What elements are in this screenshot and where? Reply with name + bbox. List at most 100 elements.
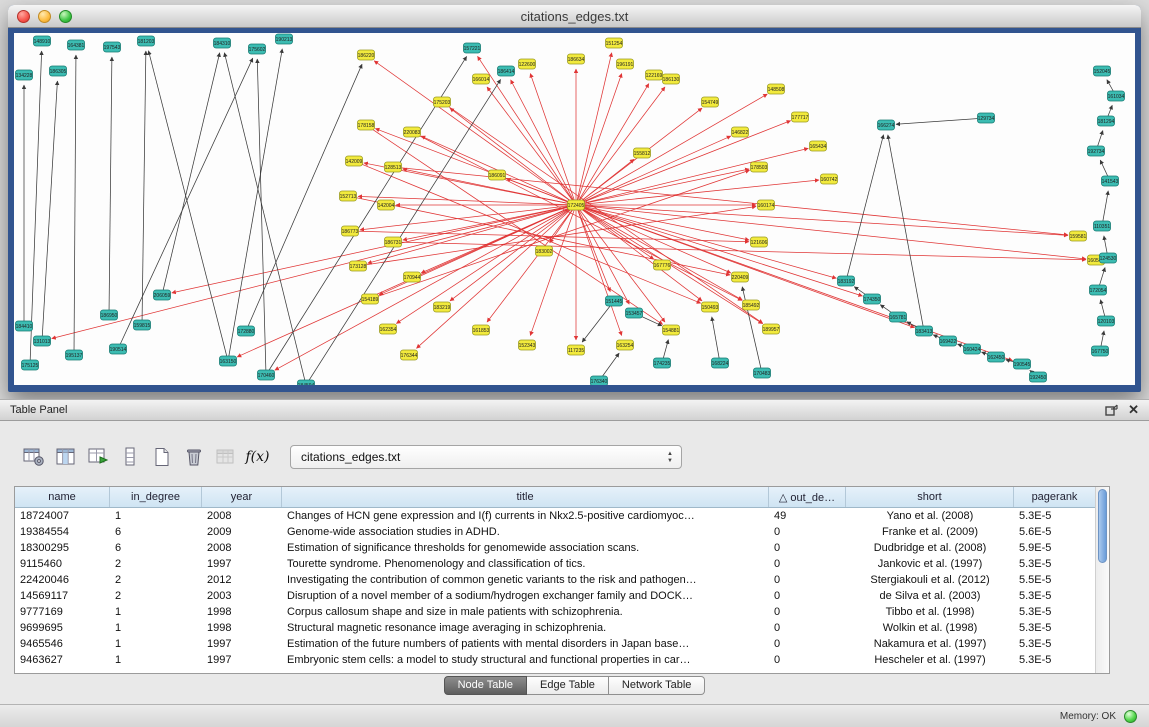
graph-node[interactable]: 190213 xyxy=(276,34,293,44)
minimize-window-button[interactable] xyxy=(38,10,51,23)
graph-node[interactable]: 148910 xyxy=(34,36,51,46)
graph-node[interactable]: 186091 xyxy=(489,170,506,180)
table-row[interactable]: 2242004622012Investigating the contribut… xyxy=(15,572,1109,588)
scrollbar-thumb[interactable] xyxy=(1098,489,1107,563)
graph-edge[interactable] xyxy=(576,205,622,336)
graph-edge[interactable] xyxy=(576,136,731,205)
graph-node[interactable]: 162354 xyxy=(380,324,397,334)
graph-node[interactable]: 164381 xyxy=(68,40,85,50)
graph-node[interactable]: 124530 xyxy=(1100,253,1117,263)
table-settings-button[interactable] xyxy=(20,445,47,469)
graph-node[interactable]: 185492 xyxy=(743,300,760,310)
graph-node[interactable]: 195137 xyxy=(66,350,83,360)
graph-node[interactable]: 129734 xyxy=(978,113,995,123)
table-vertical-scrollbar[interactable] xyxy=(1095,487,1109,673)
graph-node[interactable]: 186731 xyxy=(385,237,402,247)
graph-node[interactable]: 196191 xyxy=(617,59,634,69)
graph-node[interactable]: 134228 xyxy=(16,70,33,80)
graph-node[interactable]: 177717 xyxy=(792,112,809,122)
graph-node[interactable]: 166014 xyxy=(473,74,490,84)
graph-edge[interactable] xyxy=(30,51,42,365)
graph-node[interactable]: 154881 xyxy=(663,325,680,335)
tab-edge-table[interactable]: Edge Table xyxy=(527,676,609,695)
graph-edge[interactable] xyxy=(450,108,576,205)
graph-node[interactable]: 184310 xyxy=(214,38,231,48)
graph-node[interactable]: 170460 xyxy=(258,370,275,380)
table-row[interactable]: 911546021997Tourette syndrome. Phenomeno… xyxy=(15,556,1109,572)
graph-node[interactable]: 183413 xyxy=(916,326,933,336)
graph-node[interactable]: 172880 xyxy=(238,326,255,336)
graph-node[interactable]: 128513 xyxy=(385,162,402,172)
graph-node[interactable]: 167776 xyxy=(654,260,671,270)
graph-node[interactable]: 173128 xyxy=(350,261,367,271)
graph-edge[interactable] xyxy=(530,73,576,205)
function-builder-button[interactable]: f(x) xyxy=(244,445,271,469)
row-options-button[interactable] xyxy=(116,445,143,469)
graph-node[interactable]: 192734 xyxy=(1088,146,1105,156)
graph-node[interactable]: 154189 xyxy=(362,294,379,304)
graph-node[interactable]: 178158 xyxy=(358,120,375,130)
graph-edge[interactable] xyxy=(487,87,576,205)
graph-node[interactable]: 186130 xyxy=(663,74,680,84)
new-table-button[interactable] xyxy=(148,445,175,469)
float-panel-icon[interactable] xyxy=(1105,404,1118,416)
column-header-5[interactable]: short xyxy=(846,487,1014,507)
graph-edge[interactable] xyxy=(530,205,576,336)
graph-node[interactable]: 160174 xyxy=(758,200,775,210)
window-titlebar[interactable]: citations_edges.txt xyxy=(8,5,1141,28)
graph-edge[interactable] xyxy=(888,135,924,331)
delete-table-button[interactable] xyxy=(180,445,207,469)
graph-node[interactable]: 190514 xyxy=(110,344,127,354)
table-row[interactable]: 946554611997Estimation of the future num… xyxy=(15,636,1109,652)
graph-edge[interactable] xyxy=(712,317,720,363)
graph-node[interactable]: 148508 xyxy=(768,84,785,94)
graph-edge[interactable] xyxy=(896,118,986,124)
table-row[interactable]: 1456911722003Disruption of a novel membe… xyxy=(15,588,1109,604)
graph-edge[interactable] xyxy=(846,135,884,281)
graph-node[interactable]: 184410 xyxy=(16,321,33,331)
graph-node[interactable]: 131013 xyxy=(34,336,51,346)
column-header-0[interactable]: name xyxy=(15,487,110,507)
table-row[interactable]: 946362711997Embryonic stem cells: a mode… xyxy=(15,652,1109,668)
graph-node[interactable]: 186950 xyxy=(101,310,118,320)
graph-node[interactable]: 146822 xyxy=(732,127,749,137)
graph-node[interactable]: 175125 xyxy=(22,360,39,370)
graph-node[interactable]: 166274 xyxy=(878,120,895,130)
graph-node[interactable]: 197543 xyxy=(104,42,121,52)
tab-node-table[interactable]: Node Table xyxy=(444,676,527,695)
graph-node[interactable]: 152713 xyxy=(340,191,357,201)
graph-edge[interactable] xyxy=(582,301,614,342)
graph-node[interactable]: 159815 xyxy=(134,320,151,330)
graph-node[interactable]: 122169 xyxy=(646,70,663,80)
graph-node[interactable]: 206059 xyxy=(154,290,171,300)
graph-edge[interactable] xyxy=(172,205,576,293)
graph-node[interactable]: 120103 xyxy=(1098,316,1115,326)
graph-node[interactable]: 176344 xyxy=(401,350,418,360)
graph-node[interactable]: 165434 xyxy=(810,141,827,151)
column-header-4[interactable]: △ out_de… xyxy=(769,487,846,507)
graph-edge[interactable] xyxy=(118,58,253,349)
graph-node[interactable]: 161853 xyxy=(473,325,490,335)
graph-node[interactable]: 174350 xyxy=(864,294,881,304)
graph-edge[interactable] xyxy=(74,55,76,355)
graph-node[interactable]: 186220 xyxy=(358,50,375,60)
graph-node[interactable]: 190545 xyxy=(1014,359,1031,369)
close-panel-icon[interactable]: ✕ xyxy=(1128,404,1139,416)
graph-node[interactable]: 181203 xyxy=(138,36,155,46)
network-canvas-svg[interactable]: 1724051601741216062204091504931548811632… xyxy=(14,33,1135,385)
graph-node[interactable]: 142009 xyxy=(346,156,363,166)
graph-node[interactable]: 220083 xyxy=(404,127,421,137)
graph-edge[interactable] xyxy=(228,49,282,361)
graph-node[interactable]: 110351 xyxy=(1094,221,1111,231)
graph-node[interactable]: 183219 xyxy=(434,302,451,312)
graph-edge[interactable] xyxy=(576,148,808,205)
graph-node[interactable]: 142004 xyxy=(378,200,395,210)
table-row[interactable]: 969969511998Structural magnetic resonanc… xyxy=(15,620,1109,636)
graph-node[interactable]: 121606 xyxy=(751,237,768,247)
graph-edge[interactable] xyxy=(109,57,112,315)
graph-node[interactable]: 168224 xyxy=(712,358,729,368)
graph-node[interactable]: 183002 xyxy=(536,246,553,256)
graph-node[interactable]: 150493 xyxy=(702,302,719,312)
graph-node[interactable]: 184594 xyxy=(298,380,315,385)
graph-node[interactable]: 152343 xyxy=(519,340,536,350)
